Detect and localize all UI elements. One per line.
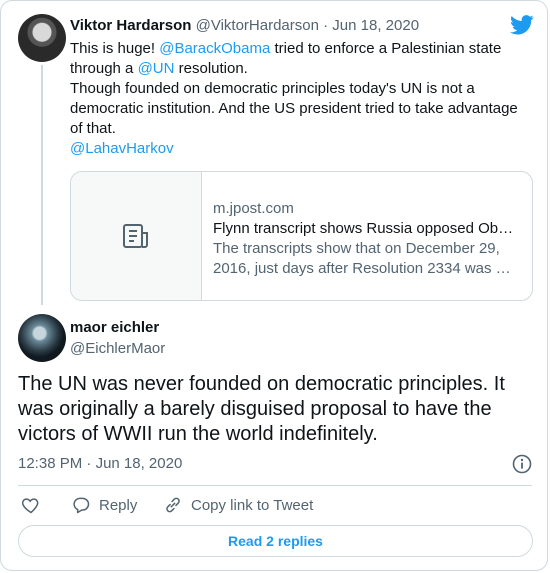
text-line: of that.	[70, 120, 116, 137]
author-name[interactable]: Viktor Hardarson	[70, 17, 191, 34]
like-button[interactable]	[21, 495, 41, 515]
reply-label: Reply	[99, 496, 138, 514]
reply-button[interactable]: Reply	[71, 495, 137, 515]
divider	[18, 485, 532, 486]
tweet-time: 12:38 PM	[18, 455, 83, 472]
tweet-date[interactable]: Jun 18, 2020	[332, 17, 419, 34]
article-icon	[121, 221, 151, 251]
mention-barackobama[interactable]: @BarackObama	[159, 40, 270, 57]
main-author-name[interactable]: maor eichler	[70, 319, 159, 336]
preview-desc-line1: The transcripts show that on December 29…	[213, 240, 500, 257]
preview-text: m.jpost.com Flynn transcript shows Russi…	[213, 199, 519, 279]
text-line: victors of WWII run the world indefinite…	[18, 423, 378, 445]
separator-dot: ·	[323, 17, 329, 34]
parent-tweet-text: This is huge! @BarackObama tried to enfo…	[70, 39, 540, 159]
embedded-tweet-card: Viktor Hardarson @ViktorHardarson · Jun …	[0, 0, 548, 571]
preview-domain: m.jpost.com	[213, 200, 294, 217]
thread-line	[41, 65, 43, 305]
text-line: democratic institution. And the US presi…	[70, 100, 518, 117]
text-line: The UN was never founded on democratic p…	[18, 373, 505, 395]
text-segment: through a	[70, 60, 138, 77]
reply-icon	[71, 495, 91, 515]
text-segment: This is huge!	[70, 40, 160, 57]
tweet-date: Jun 18, 2020	[95, 455, 183, 472]
text-segment: resolution.	[174, 60, 248, 77]
info-icon[interactable]	[512, 454, 532, 474]
mention-un[interactable]: @UN	[138, 60, 175, 77]
text-segment: tried to enforce a Palestinian state	[270, 40, 502, 57]
preview-desc-line2: 2016, just days after Resolution 2334 wa…	[213, 260, 511, 277]
avatar-viktor[interactable]	[18, 14, 66, 62]
link-icon	[163, 495, 183, 515]
avatar-maor[interactable]	[18, 314, 66, 362]
preview-thumbnail	[71, 172, 202, 300]
read-replies-label: Read 2 replies	[228, 533, 323, 549]
preview-title: Flynn transcript shows Russia opposed Ob…	[213, 220, 514, 237]
separator-dot: ·	[86, 455, 92, 472]
copy-link-button[interactable]: Copy link to Tweet	[163, 495, 313, 515]
twitter-bird-icon[interactable]	[510, 15, 534, 35]
copy-link-label: Copy link to Tweet	[191, 496, 314, 514]
main-author-handle[interactable]: @EichlerMaor	[70, 340, 165, 357]
read-replies-button[interactable]: Read 2 replies	[18, 525, 533, 557]
text-line: was originally a barely disguised propos…	[18, 398, 492, 420]
parent-tweet-header: Viktor Hardarson @ViktorHardarson · Jun …	[70, 17, 419, 34]
text-line: Though founded on democratic principles …	[70, 80, 475, 97]
heart-icon	[21, 495, 41, 515]
mention-lahavharkov[interactable]: @LahavHarkov	[70, 139, 540, 159]
link-preview-card[interactable]: m.jpost.com Flynn transcript shows Russi…	[70, 171, 533, 301]
main-tweet-text: The UN was never founded on democratic p…	[18, 372, 538, 447]
author-handle[interactable]: @ViktorHardarson	[196, 17, 319, 34]
main-tweet-timestamp[interactable]: 12:38 PM · Jun 18, 2020	[18, 455, 182, 472]
